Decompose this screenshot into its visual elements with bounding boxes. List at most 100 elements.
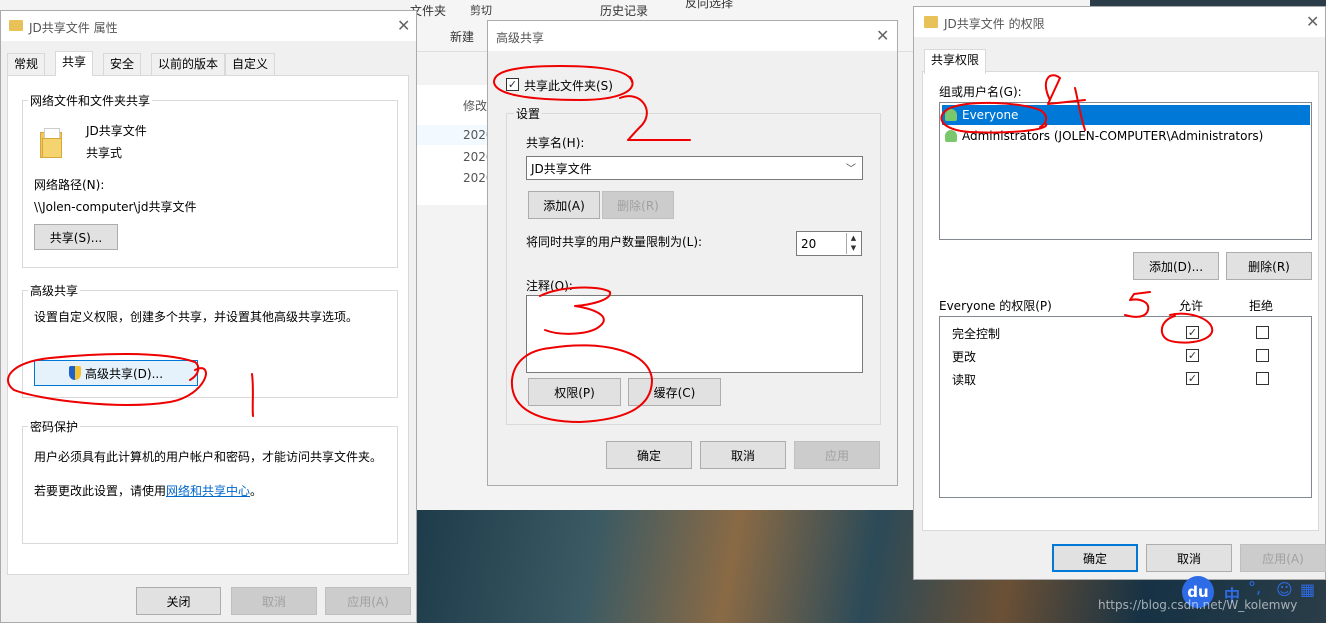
properties-window: JD共享文件 属性 ✕ 常规 共享 安全 以前的版本 自定义 网络文件和文件夹共… bbox=[0, 10, 417, 623]
folder-large-icon bbox=[40, 128, 62, 158]
deny-header: 拒绝 bbox=[1249, 299, 1274, 313]
allow-read-checkbox[interactable]: ✓ bbox=[1186, 372, 1199, 385]
password-description: 用户必须具有此计算机的用户帐户和密码，才能访问共享文件夹。 bbox=[34, 450, 383, 464]
group-title: 设置 bbox=[514, 105, 543, 122]
tab-sharing[interactable]: 共享 bbox=[55, 51, 94, 76]
ime-grid-icon[interactable]: ▦ bbox=[1300, 580, 1315, 599]
list-item-everyone[interactable]: Everyone bbox=[942, 105, 1310, 125]
close-icon[interactable]: ✕ bbox=[397, 16, 410, 35]
deny-change-checkbox[interactable] bbox=[1256, 349, 1269, 362]
user-limit-value: 20 bbox=[801, 236, 817, 251]
cancel-button[interactable]: 取消 bbox=[700, 441, 786, 469]
network-path-label: 网络路径(N): bbox=[34, 178, 105, 192]
password-change-suffix: 。 bbox=[250, 484, 263, 498]
ribbon-history[interactable]: 历史记录 bbox=[600, 2, 648, 19]
deny-full-control-checkbox[interactable] bbox=[1256, 326, 1269, 339]
user-limit-spinner[interactable]: 20 ▲ ▼ bbox=[796, 231, 862, 256]
ribbon-new[interactable]: 新建 bbox=[450, 28, 474, 45]
tab-customize[interactable]: 自定义 bbox=[225, 53, 276, 75]
deny-read-checkbox[interactable] bbox=[1256, 372, 1269, 385]
window-title: JD共享文件 属性 bbox=[29, 21, 118, 35]
folder-share-status: 共享式 bbox=[86, 146, 123, 160]
close-icon[interactable]: ✕ bbox=[1306, 12, 1319, 31]
advanced-sharing-button[interactable]: 高级共享(D)... bbox=[34, 360, 198, 386]
allow-header: 允许 bbox=[1179, 299, 1204, 313]
dialog-title: 高级共享 bbox=[496, 31, 545, 45]
add-user-button[interactable]: 添加(D)... bbox=[1133, 252, 1219, 280]
share-name-select[interactable]: JD共享文件 ﹀ bbox=[526, 156, 863, 180]
allow-change-checkbox[interactable]: ✓ bbox=[1186, 349, 1199, 362]
caching-button[interactable]: 缓存(C) bbox=[628, 378, 721, 406]
ime-punctuation-icon[interactable]: °, bbox=[1248, 578, 1261, 597]
user-name: Everyone bbox=[962, 108, 1019, 122]
network-sharing-center-link[interactable]: 网络和共享中心 bbox=[166, 484, 250, 498]
list-item-administrators[interactable]: Administrators (JOLEN-COMPUTER\Administr… bbox=[942, 126, 1310, 146]
folder-icon bbox=[924, 16, 938, 28]
group-title: 密码保护 bbox=[28, 418, 81, 435]
folder-icon bbox=[9, 20, 23, 31]
tab-page: 组或用户名(G): Everyone Administrators (JOLEN… bbox=[922, 71, 1319, 531]
ribbon-cut[interactable]: 剪切 bbox=[470, 2, 492, 18]
permission-name: 读取 bbox=[952, 373, 977, 387]
dialog-title: JD共享文件 的权限 bbox=[944, 17, 1045, 31]
group-user-label: 组或用户名(G): bbox=[939, 85, 1022, 99]
share-button[interactable]: 共享(S)... bbox=[34, 224, 118, 250]
users-icon bbox=[945, 130, 957, 142]
tab-page: 网络文件和文件夹共享 JD共享文件 共享式 网络路径(N): \\Jolen-c… bbox=[7, 75, 409, 575]
cancel-button[interactable]: 取消 bbox=[1146, 544, 1232, 572]
permissions-dialog: JD共享文件 的权限 ✕ 共享权限 组或用户名(G): Everyone Adm… bbox=[913, 6, 1326, 580]
close-icon[interactable]: ✕ bbox=[876, 26, 889, 45]
cancel-button[interactable]: 取消 bbox=[231, 587, 317, 615]
tab-strip: 常规 共享 安全 以前的版本 自定义 bbox=[7, 51, 407, 77]
spinner-buttons[interactable]: ▲ ▼ bbox=[846, 233, 860, 254]
add-share-button[interactable]: 添加(A) bbox=[528, 191, 600, 219]
chevron-down-icon: ﹀ bbox=[846, 164, 856, 175]
close-button[interactable]: 关闭 bbox=[136, 587, 221, 615]
column-header-modified[interactable]: 修改 bbox=[463, 97, 487, 114]
properties-titlebar[interactable]: JD共享文件 属性 ✕ bbox=[1, 11, 416, 41]
ok-button[interactable]: 确定 bbox=[1052, 544, 1138, 572]
group-title: 高级共享 bbox=[28, 282, 81, 299]
explorer-file-pane: 修改 2020 2020 2020 bbox=[410, 85, 494, 205]
share-name-value: JD共享文件 bbox=[531, 161, 592, 176]
advanced-sharing-dialog: 高级共享 ✕ ✓ 共享此文件夹(S) 设置 共享名(H): JD共享文件 ﹀ 添… bbox=[487, 20, 898, 486]
tab-general[interactable]: 常规 bbox=[7, 53, 46, 75]
advanced-sharing-button-label: 高级共享(D)... bbox=[84, 366, 164, 381]
share-folder-checkbox[interactable]: ✓ bbox=[506, 78, 519, 91]
dialog-titlebar[interactable]: JD共享文件 的权限 ✕ bbox=[914, 7, 1325, 37]
password-change-prefix: 若要更改此设置，请使用 bbox=[34, 484, 167, 498]
allow-full-control-checkbox[interactable]: ✓ bbox=[1186, 326, 1199, 339]
user-name: Administrators (JOLEN-COMPUTER\Administr… bbox=[962, 129, 1264, 143]
folder-name: JD共享文件 bbox=[86, 124, 147, 138]
remove-user-button[interactable]: 删除(R) bbox=[1226, 252, 1312, 280]
password-change-text: 若要更改此设置，请使用网络和共享中心。 bbox=[34, 482, 262, 499]
ime-user-icon[interactable]: ☺ bbox=[1276, 580, 1293, 599]
comment-textarea[interactable] bbox=[526, 295, 863, 373]
dialog-titlebar[interactable]: 高级共享 ✕ bbox=[488, 21, 897, 51]
share-folder-label[interactable]: 共享此文件夹(S) bbox=[524, 77, 613, 94]
user-limit-label: 将同时共享的用户数量限制为(L): bbox=[526, 235, 703, 249]
permission-name: 更改 bbox=[952, 350, 977, 364]
ok-button[interactable]: 确定 bbox=[606, 441, 692, 469]
user-list[interactable]: Everyone Administrators (JOLEN-COMPUTER\… bbox=[939, 102, 1312, 240]
apply-button[interactable]: 应用 bbox=[794, 441, 880, 469]
tab-security[interactable]: 安全 bbox=[103, 53, 142, 75]
watermark: https://blog.csdn.net/W_kolemwy bbox=[1098, 598, 1298, 612]
ribbon-invert[interactable]: 反向选择 bbox=[685, 0, 733, 11]
apply-button[interactable]: 应用(A) bbox=[1240, 544, 1326, 572]
apply-button[interactable]: 应用(A) bbox=[325, 587, 411, 615]
group-title: 网络文件和文件夹共享 bbox=[28, 92, 153, 109]
permissions-list: 完全控制 ✓ 更改 ✓ 读取 ✓ bbox=[939, 316, 1312, 498]
advanced-sharing-description: 设置自定义权限，创建多个共享，并设置其他高级共享选项。 bbox=[34, 310, 359, 324]
tab-previous-versions[interactable]: 以前的版本 bbox=[151, 53, 226, 75]
users-icon bbox=[945, 109, 957, 121]
permissions-button[interactable]: 权限(P) bbox=[528, 378, 621, 406]
remove-share-button[interactable]: 删除(R) bbox=[602, 191, 674, 219]
permission-name: 完全控制 bbox=[952, 327, 1001, 341]
uac-shield-icon bbox=[68, 366, 81, 380]
permissions-header: Everyone 的权限(P) bbox=[939, 299, 1052, 313]
tab-share-permissions[interactable]: 共享权限 bbox=[924, 49, 987, 74]
comment-label: 注释(O): bbox=[526, 279, 573, 293]
share-name-label: 共享名(H): bbox=[526, 136, 585, 150]
network-path-value: \\Jolen-computer\jd共享文件 bbox=[34, 200, 197, 214]
